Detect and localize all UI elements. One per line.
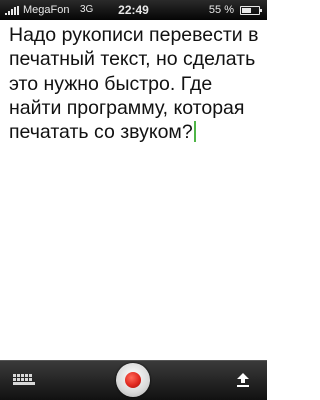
status-bar: MegaFon 3G 22:49 55 % (0, 0, 267, 20)
bottom-toolbar (0, 360, 267, 400)
text-cursor (193, 121, 196, 143)
text-editor[interactable]: Надо рукописи перевести в печатный текст… (9, 23, 261, 144)
battery-percent: 55 % (208, 4, 234, 16)
record-icon (125, 372, 141, 388)
editor-text: Надо рукописи перевести в печатный текст… (9, 24, 259, 144)
keyboard-icon[interactable] (13, 374, 35, 387)
battery-icon (240, 6, 262, 15)
record-button[interactable] (116, 363, 150, 397)
battery-level (242, 8, 251, 13)
share-icon[interactable] (234, 371, 252, 389)
